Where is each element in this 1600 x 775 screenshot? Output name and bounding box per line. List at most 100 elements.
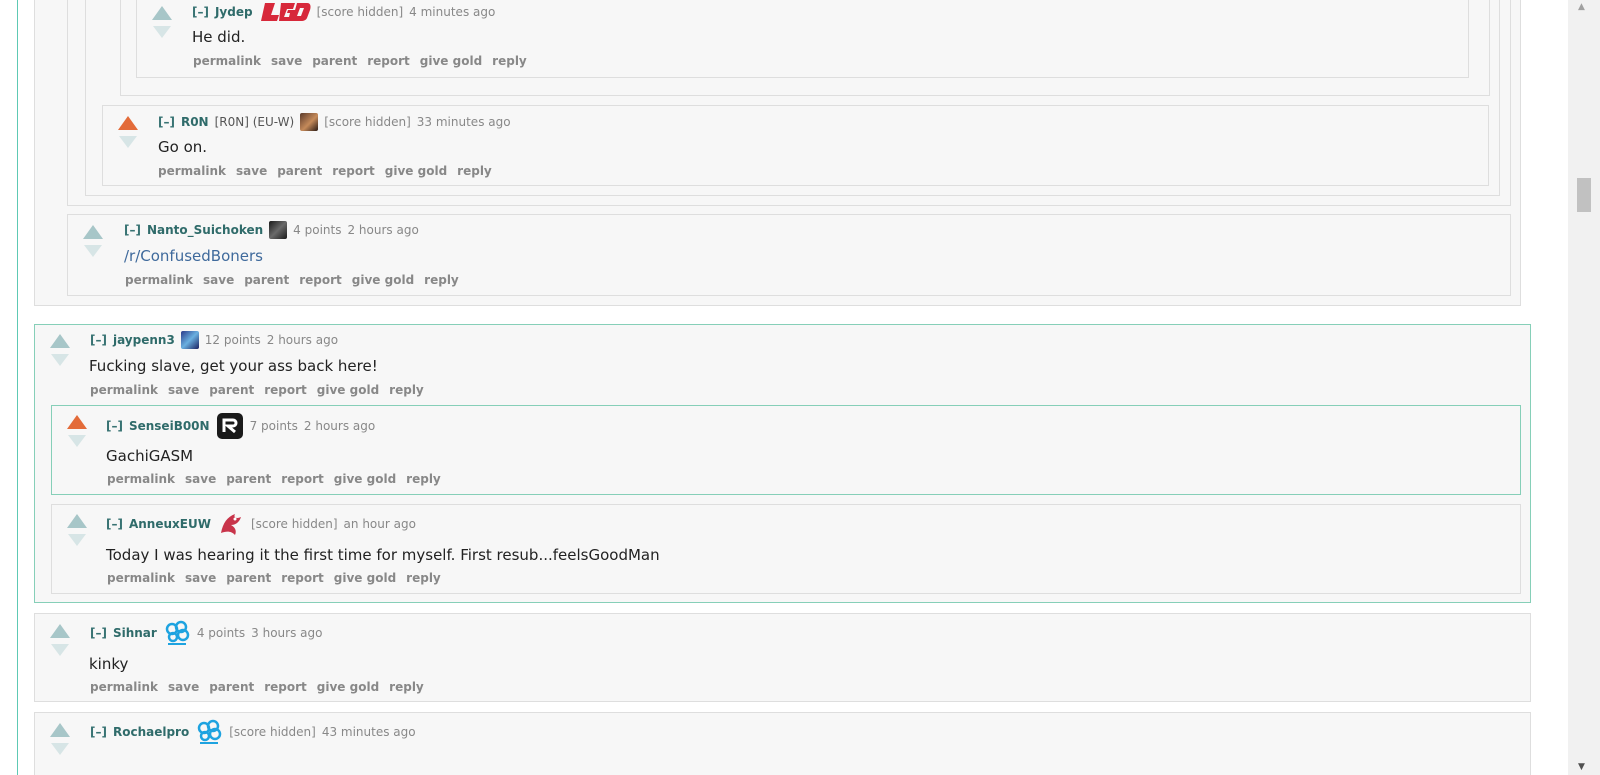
save-button[interactable]: save [168,383,199,397]
downvote-icon[interactable] [68,534,86,546]
give-gold-button[interactable]: give gold [317,680,379,694]
parent-button[interactable]: parent [209,383,254,397]
reply-button[interactable]: reply [406,571,441,585]
report-button[interactable]: report [264,383,307,397]
thread-line [17,0,18,775]
permalink-button[interactable]: permalink [107,472,175,486]
save-button[interactable]: save [185,571,216,585]
parent-button[interactable]: parent [209,680,254,694]
downvote-icon[interactable] [153,26,171,38]
scroll-down-icon[interactable]: ▼ [1578,762,1585,772]
comment-actions: permalink save parent report give gold r… [107,472,441,486]
comment-body: GachiGASM [106,447,194,465]
timestamp: an hour ago [343,517,416,531]
downvote-icon[interactable] [68,435,86,447]
comment-actions: permalink save parent report give gold r… [193,54,527,68]
give-gold-button[interactable]: give gold [420,54,482,68]
save-button[interactable]: save [236,164,267,178]
collapse-toggle[interactable]: [–] [90,333,107,347]
report-button[interactable]: report [281,472,324,486]
reply-button[interactable]: reply [457,164,492,178]
author-link[interactable]: R0N [181,115,209,129]
report-button[interactable]: report [332,164,375,178]
reply-button[interactable]: reply [389,383,424,397]
reply-button[interactable]: reply [389,680,424,694]
comment-thread: [–] Jydep [score hidden] 4 minutes ago H… [0,0,1568,775]
score: 4 points [293,223,342,237]
report-button[interactable]: report [367,54,410,68]
author-link[interactable]: Rochaelpro [113,725,189,739]
upvote-icon[interactable] [67,514,87,528]
author-link[interactable]: Jydep [215,5,253,19]
collapse-toggle[interactable]: [–] [158,115,175,129]
upvote-icon[interactable] [118,116,138,130]
parent-button[interactable]: parent [244,273,289,287]
permalink-button[interactable]: permalink [158,164,226,178]
collapse-toggle[interactable]: [–] [90,626,107,640]
author-link[interactable]: Nanto_Suichoken [147,223,263,237]
downvote-icon[interactable] [51,743,69,755]
score: 4 points [196,626,246,640]
downvote-icon[interactable] [51,644,69,656]
team-logo-icon [220,514,241,535]
comment-tagline: [–] Nanto_Suichoken 4 points 2 hours ago [124,218,419,242]
upvote-icon[interactable] [152,6,172,20]
comment-body: He did. [192,28,246,46]
parent-button[interactable]: parent [226,472,271,486]
comment-actions: permalink save parent report give gold r… [125,273,459,287]
permalink-button[interactable]: permalink [90,383,158,397]
save-button[interactable]: save [185,472,216,486]
reply-button[interactable]: reply [406,472,441,486]
score: 12 points [204,333,261,347]
collapse-toggle[interactable]: [–] [124,223,141,237]
permalink-button[interactable]: permalink [107,571,175,585]
collapse-toggle[interactable]: [–] [106,419,123,433]
report-button[interactable]: report [299,273,342,287]
save-button[interactable]: save [168,680,199,694]
upvote-icon[interactable] [67,415,87,429]
author-link[interactable]: Sihnar [113,626,157,640]
downvote-icon[interactable] [84,245,102,257]
parent-button[interactable]: parent [312,54,357,68]
score: [score hidden] [324,115,411,129]
score: [score hidden] [250,517,338,531]
timestamp: 2 hours ago [266,333,339,347]
scrollbar[interactable]: ▲ ▼ [1568,0,1600,775]
upvote-icon[interactable] [50,334,70,348]
comment-actions: permalink save parent report give gold r… [107,571,441,585]
permalink-button[interactable]: permalink [125,273,193,287]
permalink-button[interactable]: permalink [90,680,158,694]
reply-button[interactable]: reply [492,54,527,68]
report-button[interactable]: report [281,571,324,585]
collapse-toggle[interactable]: [–] [192,5,209,19]
save-button[interactable]: save [271,54,302,68]
lgd-logo-icon [260,3,311,21]
comment-body: Go on. [158,138,208,156]
author-link[interactable]: SenseiB00N [129,419,210,433]
upvote-icon[interactable] [83,225,103,239]
scrollbar-thumb[interactable] [1577,178,1591,212]
give-gold-button[interactable]: give gold [317,383,379,397]
downvote-icon[interactable] [119,136,137,148]
collapse-toggle[interactable]: [–] [90,725,107,739]
reply-button[interactable]: reply [424,273,459,287]
report-button[interactable]: report [264,680,307,694]
save-button[interactable]: save [203,273,234,287]
parent-button[interactable]: parent [226,571,271,585]
give-gold-button[interactable]: give gold [352,273,414,287]
scroll-up-icon[interactable]: ▲ [1578,2,1585,12]
comment-tagline: [–] Rochaelpro [score hidden] 43 minutes… [90,718,416,746]
give-gold-button[interactable]: give gold [334,571,396,585]
downvote-icon[interactable] [51,354,69,366]
subreddit-link[interactable]: /r/ConfusedBoners [124,247,263,265]
upvote-icon[interactable] [50,624,70,638]
upvote-icon[interactable] [50,723,70,737]
give-gold-button[interactable]: give gold [385,164,447,178]
permalink-button[interactable]: permalink [193,54,261,68]
give-gold-button[interactable]: give gold [334,472,396,486]
author-link[interactable]: AnneuxEUW [129,517,211,531]
parent-button[interactable]: parent [277,164,322,178]
collapse-toggle[interactable]: [–] [106,517,123,531]
author-link[interactable]: jaypenn3 [113,333,175,347]
timestamp: 2 hours ago [303,419,376,433]
